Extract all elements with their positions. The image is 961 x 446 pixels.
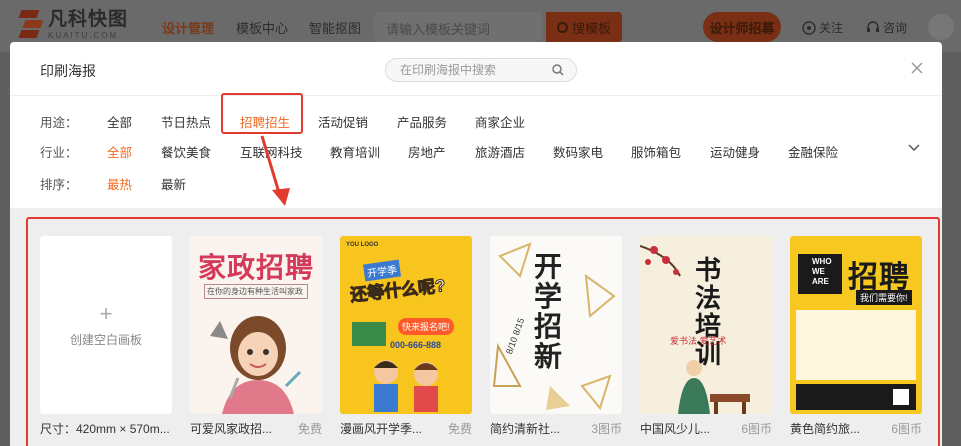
filter-industry-food[interactable]: 餐饮美食 [161, 142, 211, 161]
card-name: 简约清新社... [490, 422, 561, 436]
filter-industry-realestate[interactable]: 房地产 [408, 142, 446, 161]
card-name: 漫画风开学季... [340, 422, 423, 436]
books-icon [352, 322, 386, 346]
filter-industry-education[interactable]: 教育培训 [330, 142, 380, 161]
card-size: 尺寸：420mm × 570m... [40, 422, 170, 436]
logo-mark-icon [18, 8, 44, 40]
consult-link[interactable]: 咨询 [866, 19, 907, 36]
poster-title: 家政招聘 [198, 252, 315, 283]
template-thumb[interactable]: YOU LOGO 开学季 还等什么呢? 快来报名吧! 000-666-888 [340, 236, 472, 414]
filter-usage-label: 用途： [40, 116, 78, 130]
template-card[interactable]: 书法培训 爱书法 爱艺术 中国风少儿... 6图币 [640, 236, 772, 436]
card-price: 免费 [447, 422, 472, 436]
filter-sort-new[interactable]: 最新 [161, 174, 186, 193]
nav-search-input[interactable]: 请输入模板关键词 [374, 12, 542, 42]
poster-subtitle: 我们需要你! [856, 290, 912, 305]
modal-search-box [385, 58, 577, 82]
poster-who: WHO WE ARE [798, 254, 842, 294]
card-price: 6图币 [891, 422, 922, 436]
modal-title: 印刷海报 [40, 63, 96, 79]
filter-sort-row: 排序： 最热 最新 [40, 174, 340, 194]
poster-phone: 000-666-888 [390, 340, 442, 350]
filter-usage-product[interactable]: 产品服务 [397, 112, 447, 131]
filter-industry-apparel[interactable]: 服饰箱包 [631, 142, 681, 161]
card-name: 中国风少儿... [640, 422, 711, 436]
blank-canvas-thumb[interactable]: + 创建空白画板 [40, 236, 172, 414]
filter-usage-all[interactable]: 全部 [107, 112, 132, 131]
poster-subtitle: 还等什么呢? [349, 276, 447, 306]
filter-industry-fitness[interactable]: 运动健身 [710, 142, 760, 161]
filter-usage-row: 用途： 全部 节日热点 招聘招生 活动促销 产品服务 商家企业 [40, 112, 920, 132]
card-price: 6图币 [741, 422, 772, 436]
designer-recruit-button[interactable]: 设计师招募 [703, 12, 781, 42]
template-thumb[interactable]: 家政招聘 在你的身边有种生活叫家政 [190, 236, 322, 414]
filter-usage-holiday[interactable]: 节日热点 [161, 112, 211, 131]
template-card[interactable]: 开学招新 8/10 8/15 简约清新社... 3图币 [490, 236, 622, 436]
nav-search-button[interactable]: 搜模板 [546, 12, 622, 42]
logo-text: 凡科快图 [48, 8, 129, 30]
logo[interactable]: 凡科快图 KUAITU.COM [18, 8, 128, 40]
qr-code-icon [890, 386, 912, 408]
logo-subtext: KUAITU.COM [48, 30, 119, 40]
card-name: 可爱风家政招... [190, 422, 273, 436]
poster-logo: YOU LOGO [346, 242, 379, 248]
template-card[interactable]: YOU LOGO 开学季 还等什么呢? 快来报名吧! 000-666-888 漫… [340, 236, 472, 436]
plus-icon: + [99, 300, 113, 326]
search-icon[interactable] [552, 64, 564, 76]
calligrapher-illustration-icon [678, 360, 750, 414]
template-card-blank[interactable]: + 创建空白画板 尺寸：420mm × 570m... [40, 236, 172, 436]
chevron-down-icon[interactable] [908, 144, 920, 152]
blank-canvas-label: 创建空白画板 [69, 332, 142, 347]
template-thumb[interactable]: WHO WE ARE 招聘 我们需要你! [790, 236, 922, 414]
filter-industry-travel[interactable]: 旅游酒店 [475, 142, 525, 161]
nav-search-button-label: 搜模板 [571, 20, 611, 36]
nav-design-manage[interactable]: 设计管理 [162, 18, 214, 37]
poster-title: 开学招新 [534, 251, 563, 372]
search-icon [556, 21, 568, 33]
poster-template-modal: 印刷海报 用途： 全部 节日热点 招聘招生 活动促销 产品服务 商家企业 行业：… [10, 42, 942, 446]
filter-sort-label: 排序： [40, 178, 78, 192]
follow-label: 关注 [819, 21, 844, 35]
card-price: 免费 [297, 422, 322, 436]
poster-subtitle: 在你的身边有种生活叫家政 [204, 284, 308, 299]
poster-title: 书法培训 [694, 255, 721, 369]
filter-usage-business[interactable]: 商家企业 [475, 112, 525, 131]
highlight-box [221, 93, 303, 134]
filter-industry-finance[interactable]: 金融保险 [788, 142, 838, 161]
template-thumb[interactable]: 书法培训 爱书法 爱艺术 [640, 236, 772, 414]
template-thumb[interactable]: 开学招新 8/10 8/15 [490, 236, 622, 414]
follow-icon [802, 20, 816, 35]
kids-illustration-icon [374, 360, 438, 412]
poster-subtitle: 爱书法 爱艺术 [670, 336, 727, 346]
filter-industry-all[interactable]: 全部 [107, 142, 132, 161]
modal-header: 印刷海报 [10, 42, 942, 96]
nav-template-center[interactable]: 模板中心 [236, 18, 288, 37]
filter-usage-promo[interactable]: 活动促销 [318, 112, 368, 131]
card-price: 3图币 [591, 422, 622, 436]
avatar[interactable] [928, 14, 954, 40]
card-name: 黄色简约旅... [790, 422, 861, 436]
filter-industry-tech[interactable]: 互联网科技 [240, 142, 303, 161]
modal-search-input[interactable] [400, 59, 550, 81]
filter-sort-hot[interactable]: 最热 [107, 174, 132, 193]
poster-illustration-icon [210, 316, 302, 414]
nav-smart-cutout[interactable]: 智能抠图 [309, 18, 361, 37]
close-icon[interactable] [908, 59, 926, 77]
poster-content-block [796, 310, 916, 380]
poster-button: 快来报名吧! [398, 318, 454, 335]
filter-industry-label: 行业： [40, 146, 78, 160]
follow-link[interactable]: 关注 [802, 19, 843, 36]
filter-industry-digital[interactable]: 数码家电 [553, 142, 603, 161]
template-card[interactable]: WHO WE ARE 招聘 我们需要你! 黄色简约旅... 6图币 [790, 236, 922, 436]
headset-icon [867, 20, 879, 32]
filter-industry-row: 行业： 全部 餐饮美食 互联网科技 教育培训 房地产 旅游酒店 数码家电 服饰箱… [40, 142, 920, 162]
consult-label: 咨询 [883, 21, 908, 35]
template-card[interactable]: 家政招聘 在你的身边有种生活叫家政 可爱风家政招... 免费 [190, 236, 322, 436]
